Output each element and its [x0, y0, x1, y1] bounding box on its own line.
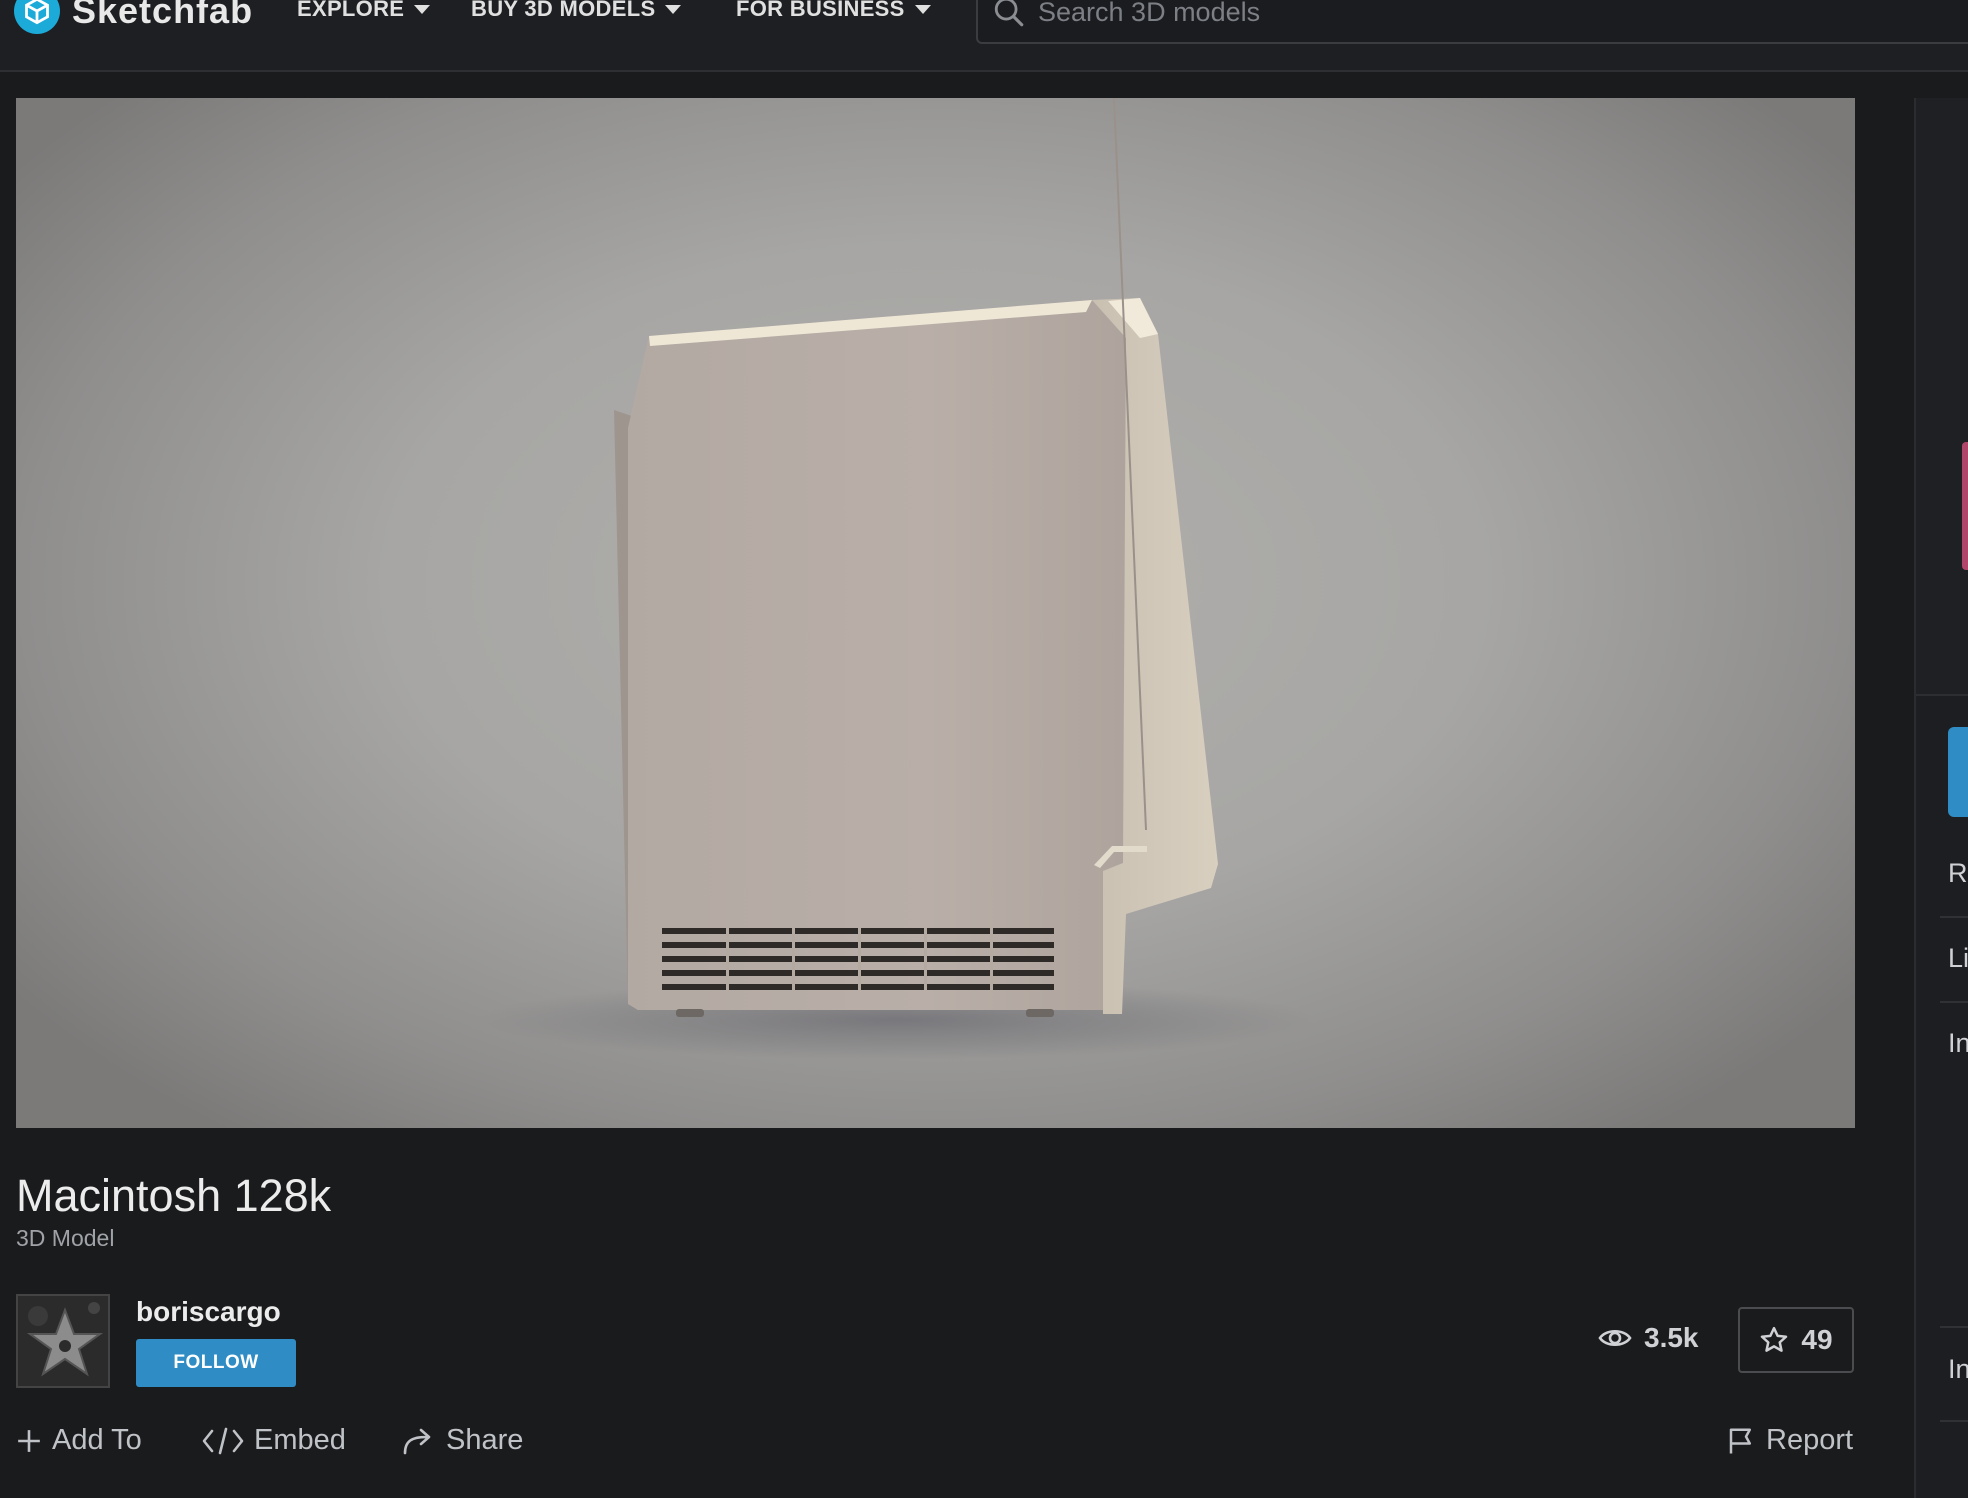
side-panel-divider — [1940, 1326, 1968, 1328]
model-type: 3D Model — [16, 1225, 115, 1251]
share-label: Share — [446, 1424, 524, 1456]
side-panel-divider — [1940, 1420, 1968, 1422]
follow-button[interactable]: FOLLOW — [136, 1339, 296, 1387]
side-panel-label-2: Li — [1948, 943, 1968, 973]
chevron-down-icon — [914, 4, 931, 14]
like-count: 49 — [1801, 1324, 1833, 1355]
nav-buy-3d-models[interactable]: BUY 3D MODELS — [471, 0, 682, 22]
add-to-button[interactable]: Add To — [16, 1424, 142, 1457]
share-button[interactable]: Share — [402, 1424, 523, 1457]
view-count-value: 3.5k — [1644, 1322, 1699, 1353]
model-title: Macintosh 128k — [16, 1170, 332, 1221]
chevron-down-icon — [414, 4, 431, 14]
side-panel-divider — [1940, 916, 1968, 918]
model-render — [476, 98, 1316, 1060]
embed-label: Embed — [254, 1424, 346, 1456]
side-panel-header — [1916, 98, 1968, 696]
side-panel-accent — [1962, 442, 1968, 570]
avatar[interactable] — [16, 1294, 110, 1388]
search-input[interactable] — [1036, 0, 1640, 29]
report-button[interactable]: Report — [1726, 1424, 1853, 1457]
share-arrow-icon — [403, 1428, 431, 1454]
side-panel-label-4: In — [1948, 1354, 1968, 1384]
flag-icon — [1729, 1428, 1751, 1453]
like-button[interactable]: 49 — [1738, 1307, 1854, 1373]
side-panel-action-button[interactable] — [1948, 727, 1968, 817]
report-label: Report — [1766, 1424, 1854, 1456]
top-navigation-bar: Sketchfab EXPLORE BUY 3D MODELS FOR BUSI… — [0, 0, 1968, 72]
side-panel-label-1: R — [1948, 858, 1968, 888]
star-avatar-icon — [18, 1296, 108, 1386]
brand-name: Sketchfab — [72, 0, 254, 31]
add-to-label: Add To — [52, 1424, 142, 1456]
view-count: 3.5k — [1598, 1322, 1699, 1354]
nav-buy-label: BUY 3D MODELS — [471, 0, 656, 21]
side-panel-label-3: In — [1948, 1028, 1968, 1058]
side-panel-divider — [1940, 1001, 1968, 1003]
code-icon — [202, 1427, 244, 1454]
eye-icon — [1598, 1329, 1632, 1347]
star-icon — [1761, 1326, 1788, 1352]
nav-explore[interactable]: EXPLORE — [297, 0, 431, 22]
nav-for-business[interactable]: FOR BUSINESS — [736, 0, 931, 22]
embed-button[interactable]: Embed — [202, 1424, 346, 1457]
search-box[interactable] — [976, 0, 1968, 44]
nav-explore-label: EXPLORE — [297, 0, 405, 21]
author-name[interactable]: boriscargo — [136, 1296, 281, 1328]
chevron-down-icon — [665, 4, 682, 14]
nav-business-label: FOR BUSINESS — [736, 0, 905, 21]
plus-icon — [18, 1429, 40, 1452]
sketchfab-cube-icon — [14, 0, 60, 34]
sketchfab-logo[interactable]: Sketchfab — [14, 0, 253, 34]
model-viewer[interactable] — [16, 98, 1855, 1128]
search-icon — [994, 0, 1024, 27]
